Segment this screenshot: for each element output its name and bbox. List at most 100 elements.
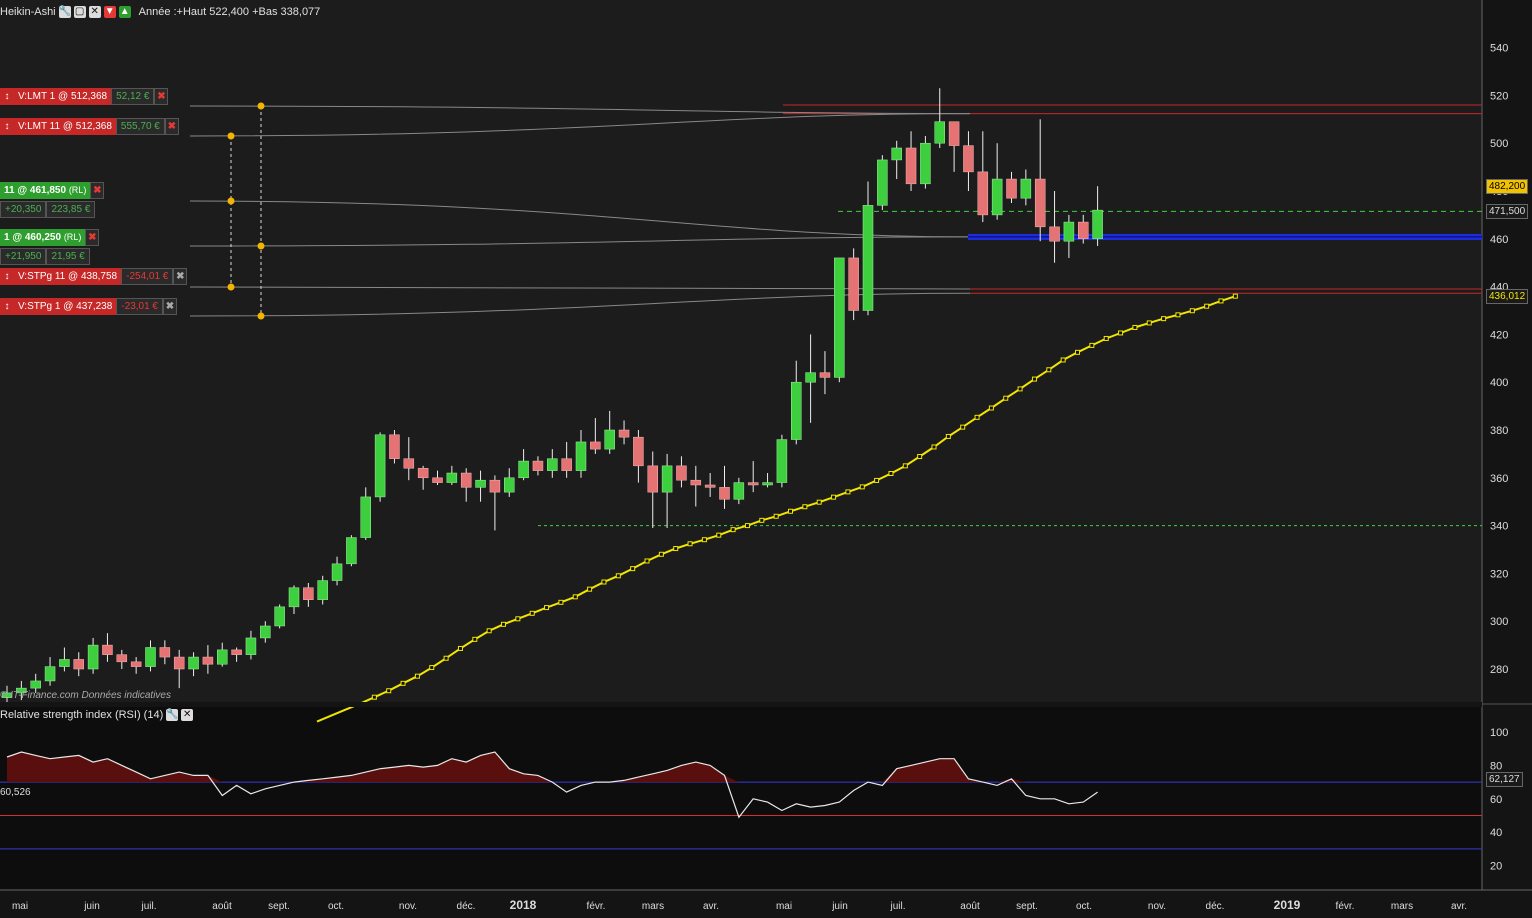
- order-dot: [227, 283, 235, 291]
- cancel-order-icon[interactable]: ✖: [164, 118, 179, 135]
- ma-point: [1075, 349, 1081, 355]
- x-tick-label: nov.: [399, 901, 417, 912]
- ma-point: [414, 673, 420, 679]
- ma-point: [1060, 357, 1066, 363]
- rsi-title: Relative strength index (RSI) (14): [0, 709, 164, 721]
- ma-point: [1189, 308, 1195, 314]
- candle-down: [618, 429, 630, 438]
- candle-up: [1063, 221, 1075, 242]
- sell-icon[interactable]: ▼: [103, 6, 116, 18]
- ma-point: [1146, 320, 1152, 326]
- x-tick-label: mars: [1391, 901, 1413, 912]
- chart-header: Heikin-Ashi 🔧 ▢ ✕ ▼ ▲ Année :+Haut 522,4…: [0, 4, 320, 20]
- rsi-left-value: 60,526: [0, 787, 31, 798]
- ma-point: [1017, 386, 1023, 392]
- ma-point: [917, 454, 923, 460]
- order-row[interactable]: 1 @ 460,250 (RL) ✖: [0, 229, 100, 246]
- order-row[interactable]: ↕ V:STPg 1 @ 437,238 -23,01 € ✖: [0, 298, 177, 315]
- y-tick-label: 420: [1490, 329, 1508, 341]
- x-tick-label: mai: [776, 901, 792, 912]
- candle-down: [690, 479, 702, 486]
- drag-arrows-icon[interactable]: ↕: [0, 298, 14, 315]
- x-tick-label: juil.: [889, 901, 905, 912]
- y-tick-label: 400: [1490, 377, 1508, 389]
- ma-point: [1103, 335, 1109, 341]
- candle-up: [188, 656, 199, 670]
- candle-down: [676, 465, 687, 481]
- x-tick-label: avr.: [1451, 901, 1467, 912]
- y-tick-label: 540: [1490, 43, 1508, 55]
- candle-down: [231, 649, 242, 655]
- x-tick-label: mai: [12, 901, 28, 912]
- candle-up: [934, 121, 945, 144]
- candle-down: [590, 441, 601, 450]
- y-tick-label: 380: [1490, 425, 1508, 437]
- ma-point: [773, 513, 779, 519]
- cancel-order-icon[interactable]: ✖: [173, 268, 188, 285]
- ma-point: [429, 665, 435, 671]
- candle-up: [776, 439, 788, 483]
- order-label: V:LMT 1 @ 512,368: [14, 88, 112, 105]
- x-tick-label: juil.: [140, 901, 156, 912]
- order-pnl: -254,01 €: [121, 268, 174, 285]
- ma-point: [1003, 395, 1009, 401]
- order-row[interactable]: ↕ V:LMT 1 @ 512,368 52,12 € ✖: [0, 88, 169, 105]
- candle-down: [403, 458, 415, 469]
- candle-up: [920, 142, 931, 185]
- buy-icon[interactable]: ▲: [118, 6, 131, 18]
- y-tick-label: 520: [1490, 90, 1508, 102]
- close-position-icon[interactable]: ✖: [90, 182, 105, 199]
- order-pnl: 555,70 €: [115, 118, 165, 135]
- price-tag: 436,012: [1486, 289, 1529, 305]
- cancel-order-icon[interactable]: ✖: [154, 88, 169, 105]
- position-points: +21,950: [0, 248, 47, 265]
- drag-arrows-icon[interactable]: ↕: [0, 268, 14, 285]
- candle-up: [805, 372, 816, 383]
- y-tick-label: 300: [1490, 616, 1508, 628]
- wrench-icon[interactable]: 🔧: [166, 709, 179, 721]
- drag-arrows-icon[interactable]: ↕: [0, 88, 14, 105]
- chart-svg[interactable]: 2803003203403603804004204404604805005205…: [0, 0, 1532, 918]
- candle-up: [1092, 209, 1103, 240]
- close-icon[interactable]: ✕: [88, 6, 101, 18]
- ma-point: [759, 517, 765, 523]
- candle-down: [905, 147, 917, 185]
- order-row[interactable]: 11 @ 461,850 (RL) ✖: [0, 182, 105, 199]
- wrench-icon[interactable]: 🔧: [58, 6, 71, 18]
- ma-point: [888, 470, 894, 476]
- candle-down: [633, 436, 644, 467]
- order-pnl: 52,12 €: [111, 88, 155, 105]
- drag-arrows-icon[interactable]: ↕: [0, 118, 14, 135]
- candle-up: [446, 472, 458, 483]
- candle-up: [87, 644, 99, 670]
- cancel-order-icon[interactable]: ✖: [163, 298, 177, 315]
- ma-point: [486, 628, 492, 634]
- ma-point: [902, 463, 908, 469]
- order-row[interactable]: ↕ V:STPg 11 @ 438,758 -254,01 € ✖: [0, 268, 188, 285]
- close-position-icon[interactable]: ✖: [85, 229, 100, 246]
- ma-point: [1118, 330, 1124, 336]
- ma-point: [644, 558, 650, 564]
- position-pnl-row: +20,350 223,85 €: [0, 201, 96, 218]
- close-icon[interactable]: ✕: [181, 709, 194, 721]
- ma-point: [400, 680, 406, 686]
- order-row[interactable]: ↕ V:LMT 11 @ 512,368 555,70 € ✖: [0, 118, 179, 135]
- candle-up: [59, 659, 70, 667]
- candle-up: [991, 178, 1003, 216]
- chart-info: Année :+Haut 522,400 +Bas 338,077: [138, 6, 321, 18]
- candle-up: [360, 496, 371, 538]
- candle-up: [518, 460, 529, 479]
- candle-down: [647, 465, 658, 493]
- candle-down: [747, 482, 759, 486]
- candle-up: [260, 625, 271, 639]
- heikin-ashi-chart[interactable]: 2803003203403603804004204404604805005205…: [0, 0, 1532, 918]
- rsi-value-tag: 62,127: [1486, 772, 1523, 787]
- rsi-panel-bg: [0, 707, 1482, 890]
- ma-point: [816, 499, 822, 505]
- window-icon[interactable]: ▢: [73, 6, 86, 18]
- copyright: © IT-Finance.com Données indicatives: [0, 690, 171, 701]
- rsi-header: Relative strength index (RSI) (14) 🔧 ✕: [0, 707, 194, 723]
- ma-point: [687, 541, 693, 547]
- ma-point: [1175, 312, 1181, 318]
- y-tick-label: 340: [1490, 521, 1508, 533]
